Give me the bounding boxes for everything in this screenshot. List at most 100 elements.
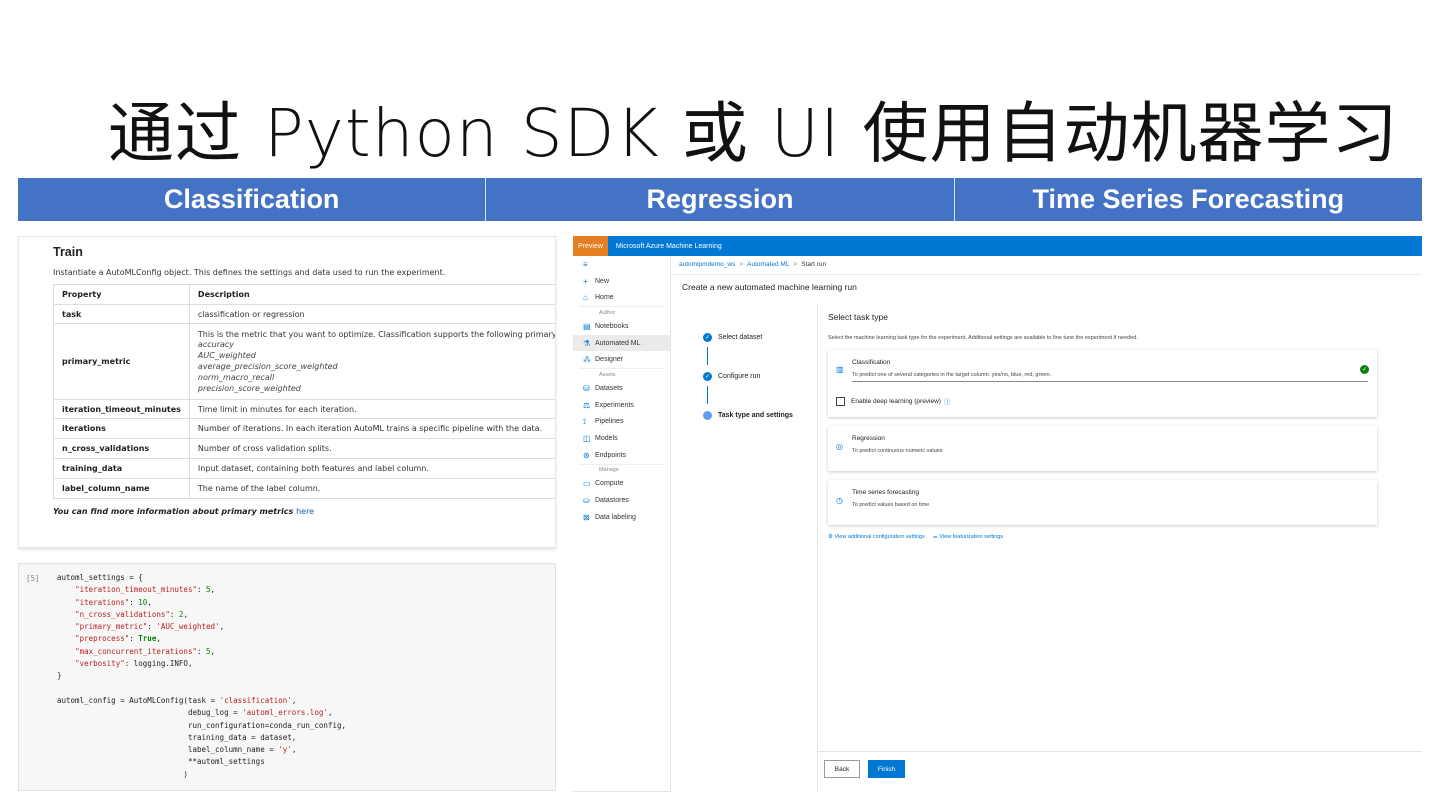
filter-icon: ⚌ <box>932 534 938 540</box>
step-task-type[interactable]: Task type and settings <box>703 411 793 420</box>
row-key: label_column_name <box>53 478 190 499</box>
nav-item-data-labeling[interactable]: ⊠ Data labeling <box>573 509 670 526</box>
table-row: label_column_name The name of the label … <box>53 478 555 499</box>
nav-label: Datasets <box>595 384 623 392</box>
nav-label: Experiments <box>595 401 634 409</box>
info-icon[interactable]: ⓘ <box>944 396 951 406</box>
step-connector <box>707 386 708 404</box>
train-doc-panel: Train Instantiate a AutoMLConfig object.… <box>18 236 556 548</box>
table-row: training_data Input dataset, containing … <box>53 458 555 479</box>
doc-more-text: You can find more information about prim… <box>53 507 297 516</box>
task-type-panel: Select task type Select the machine lear… <box>828 306 1388 540</box>
nav-item-datasets[interactable]: ⛁ Datasets <box>573 380 670 397</box>
check-icon: ✓ <box>703 372 712 381</box>
code-source[interactable]: automl_settings = { "iteration_timeout_m… <box>57 572 346 781</box>
metric-item: AUC_weighted <box>197 350 256 360</box>
table-row: task classification or regression <box>53 304 555 324</box>
nav-item-compute[interactable]: ▭ Compute <box>573 476 670 493</box>
nav-item-notebooks[interactable]: ▤ Notebooks <box>573 318 670 335</box>
task-desc: To predict continuous numeric values <box>852 448 943 454</box>
chevron-right-icon: > <box>739 261 744 268</box>
page-title: Create a new automated machine learning … <box>682 282 857 292</box>
regression-icon: ◎ <box>836 442 843 451</box>
step-label: Task type and settings <box>718 412 793 419</box>
header-time-series: Time Series Forecasting <box>954 178 1422 221</box>
bar-chart-icon: ▥ <box>836 365 844 374</box>
nav-item-pipelines[interactable]: ⟟ Pipelines <box>573 414 670 431</box>
step-select-dataset[interactable]: ✓ Select dataset <box>703 333 762 342</box>
nav-item-new[interactable]: + New <box>573 273 670 290</box>
property-table: Property Description task classification… <box>53 284 555 499</box>
row-key: primary_metric <box>53 323 190 400</box>
header-classification: Classification <box>18 178 487 221</box>
table-row: n_cross_validations Number of cross vali… <box>53 438 555 459</box>
doc-intro: Instantiate a AutoMLConfig object. This … <box>53 268 446 277</box>
crumb-workspace[interactable]: automlpmdemo_ws <box>679 261 735 268</box>
nav-item-home[interactable]: ⌂ Home <box>573 289 670 306</box>
category-header-bar: Classification Regression Time Series Fo… <box>18 178 1422 221</box>
additional-config-link[interactable]: ⚙ View additional configuration settings <box>828 534 925 540</box>
product-name[interactable]: Microsoft Azure Machine Learning <box>608 243 722 250</box>
nav-item-models[interactable]: ◫ Models <box>573 430 670 447</box>
link-label: View additional configuration settings <box>834 534 925 540</box>
task-card-time-series[interactable]: ◷ Time series forecasting To predict val… <box>828 480 1377 525</box>
model-icon: ◫ <box>583 434 591 444</box>
azure-top-bar: Preview Microsoft Azure Machine Learning <box>573 236 1422 256</box>
hamburger-icon: ≡ <box>583 259 588 269</box>
slide-title: 通过 Python SDK 或 UI 使用自动机器学习 <box>108 95 1399 172</box>
finish-button[interactable]: Finish <box>868 760 905 778</box>
table-row: iterations Number of iterations. In each… <box>53 418 555 439</box>
cell-prompt: [5] <box>26 574 40 583</box>
nav-section-assets: Assets <box>579 368 664 380</box>
nav-section-manage: Manage <box>579 463 664 476</box>
nav-label: Designer <box>595 356 624 364</box>
col-description: Description <box>188 284 555 305</box>
deep-learning-option[interactable]: Enable deep learning (preview) ⓘ <box>836 396 950 406</box>
clock-icon: ◷ <box>836 496 843 505</box>
labeling-icon: ⊠ <box>583 512 590 522</box>
nav-label: Compute <box>595 480 624 488</box>
pipeline-icon: ⟟ <box>583 416 586 426</box>
nav-item-automated-ml[interactable]: ⚗ Automated ML <box>573 334 670 352</box>
experiment-icon: ⚖ <box>583 400 591 410</box>
link-label: View featurization settings <box>939 534 1004 540</box>
task-name: Regression <box>852 435 885 442</box>
chevron-right-icon: > <box>793 261 798 268</box>
task-name: Classification <box>852 359 891 366</box>
code-cell[interactable]: [5] automl_settings = { "iteration_timeo… <box>18 563 556 791</box>
menu-toggle[interactable]: ≡ <box>573 256 670 273</box>
row-value: classification or regression <box>188 304 555 324</box>
featurization-link[interactable]: ⚌ View featurization settings <box>933 534 1003 540</box>
primary-metrics-link[interactable]: here <box>296 507 314 516</box>
nav-label: Automated ML <box>595 339 641 347</box>
row-key: n_cross_validations <box>53 438 190 459</box>
step-label: Select dataset <box>718 334 763 341</box>
row-key: training_data <box>53 458 190 479</box>
task-name: Time series forecasting <box>852 489 919 496</box>
metric-item: accuracy <box>197 339 235 349</box>
nav-item-endpoints[interactable]: ⊛ Endpoints <box>573 447 670 464</box>
row-value: This is the metric that you want to opti… <box>188 323 555 400</box>
row-key: task <box>53 304 190 324</box>
endpoint-icon: ⊛ <box>583 450 590 460</box>
datastore-icon: ⛀ <box>583 496 590 506</box>
nav-item-experiments[interactable]: ⚖ Experiments <box>573 397 670 414</box>
header-regression: Regression <box>486 178 955 221</box>
deep-learning-checkbox[interactable] <box>836 396 845 406</box>
preview-badge: Preview <box>573 236 608 256</box>
nav-label: Home <box>595 294 614 302</box>
row-value: Number of cross validation splits. <box>188 438 555 459</box>
crumb-automated-ml[interactable]: Automated ML <box>747 261 789 268</box>
task-card-regression[interactable]: ◎ Regression To predict continuous numer… <box>828 426 1377 471</box>
step-configure-run[interactable]: ✓ Configure run <box>703 372 760 381</box>
automl-icon: ⚗ <box>583 338 591 348</box>
step-connector <box>707 347 708 365</box>
divider <box>817 305 818 792</box>
nav-item-designer[interactable]: ⁂ Designer <box>573 351 670 368</box>
left-nav: ≡ + New ⌂ Home Author ▤ Notebooks ⚗ Automate… <box>573 256 671 792</box>
back-button[interactable]: Back <box>824 760 860 778</box>
metric-item: precision_score_weighted <box>197 383 301 393</box>
nav-item-datastores[interactable]: ⛀ Datastores <box>573 492 670 509</box>
task-card-classification[interactable]: ▥ Classification To predict one of sever… <box>828 350 1377 417</box>
metric-list: accuracy AUC_weighted average_precision_… <box>197 339 555 394</box>
